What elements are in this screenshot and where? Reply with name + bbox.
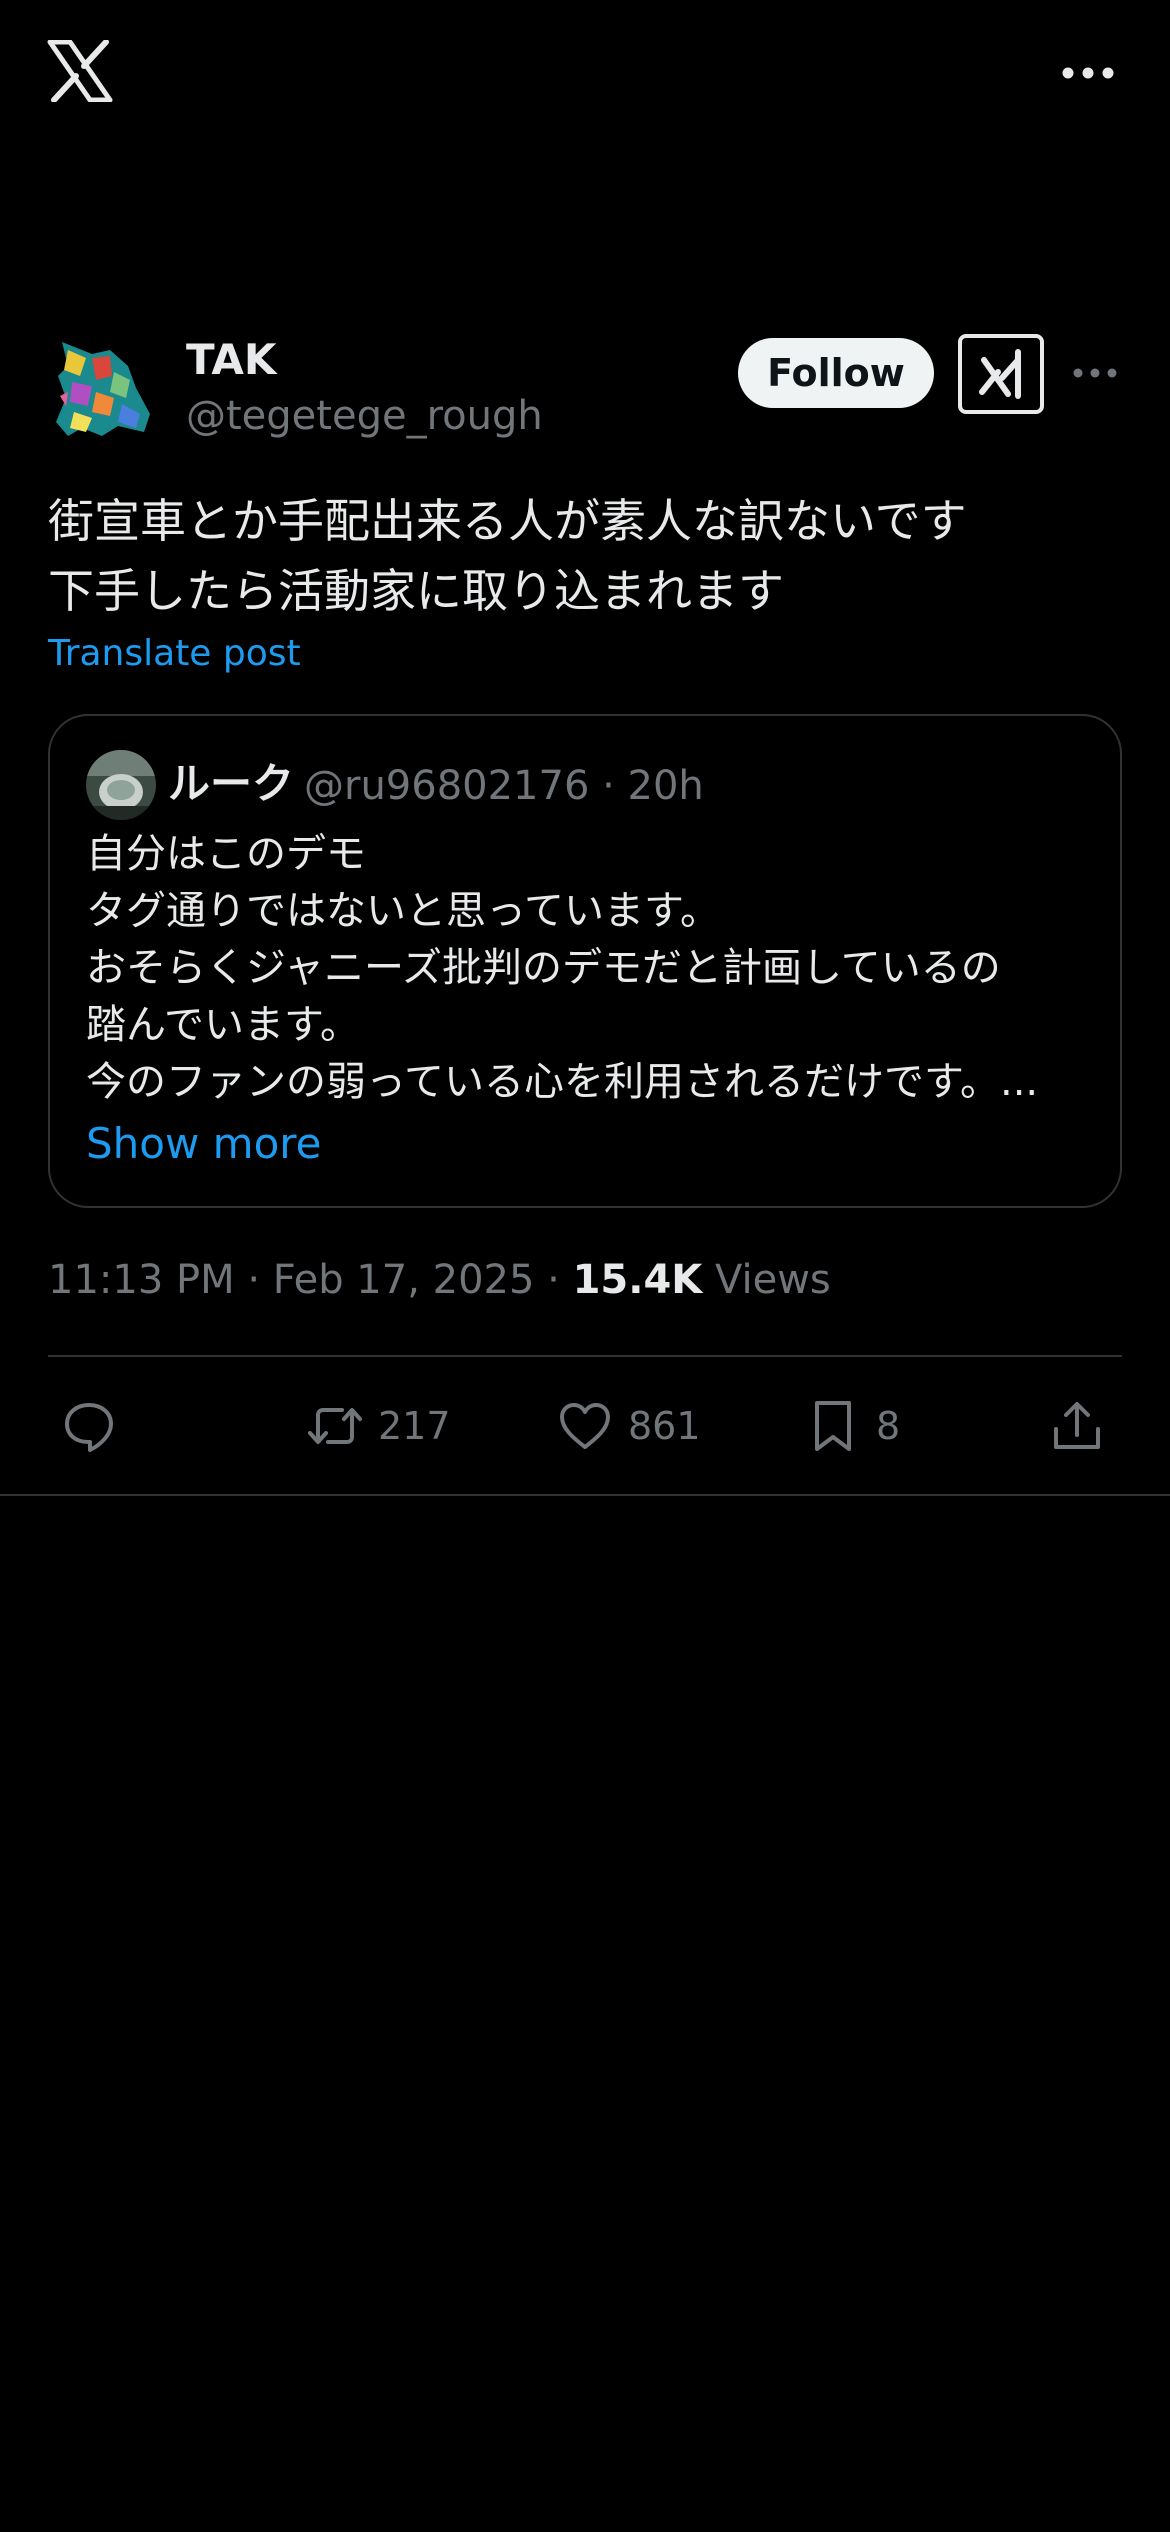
more-options-icon[interactable] [1060,56,1116,90]
bookmark-icon [815,1401,851,1451]
quoted-post-text: 自分はこのデモ タグ通りではないと思っています。 おそらくジャニーズ批判のデモだ… [86,831,1039,1105]
repost-button[interactable]: 217 [306,1390,451,1462]
quoted-author-avatar [86,750,156,820]
quoted-author-name: ルーク [168,759,295,808]
heart-icon [560,1403,610,1449]
x-logo-icon[interactable] [46,40,114,102]
author-display-name[interactable]: TAK [186,334,276,386]
like-count: 861 [628,1404,701,1448]
bookmark-button[interactable]: 8 [804,1390,900,1462]
views-label: Views [702,1257,831,1303]
quoted-author-meta: @ru96802176 · 20h [304,763,704,809]
top-bar [0,0,1170,150]
show-more-link[interactable]: Show more [86,1116,321,1172]
divider [0,1494,1170,1496]
grok-button[interactable] [958,334,1044,414]
bookmark-count: 8 [876,1404,901,1448]
share-icon [1054,1402,1100,1449]
divider [48,1355,1122,1357]
post-timestamp-row: 11:13 PM · Feb 17, 2025 · 15.4K Views [48,1252,831,1308]
follow-button[interactable]: Follow [738,338,934,408]
share-button[interactable] [1048,1390,1106,1462]
post-more-icon[interactable] [1072,356,1118,390]
reply-button[interactable] [60,1390,132,1462]
quoted-post-card[interactable]: ルーク @ru96802176 · 20h 自分はこのデモ タグ通りではないと思… [48,714,1122,1208]
like-button[interactable]: 861 [556,1390,701,1462]
reply-icon [65,1403,113,1452]
views-count: 15.4K [572,1257,703,1303]
repost-count: 217 [378,1404,451,1448]
author-handle[interactable]: @tegetege_rough [186,390,543,442]
post-timestamp[interactable]: 11:13 PM · Feb 17, 2025 · [48,1257,573,1303]
action-bar: 217 861 8 [0,1390,1170,1462]
post-text: 街宣車とか手配出来る人が素人な訳ないです 下手したら活動家に取り込まれます [48,494,967,618]
author-avatar[interactable] [52,336,156,444]
grok-icon [979,349,1021,399]
repost-icon [308,1408,362,1444]
translate-post-link[interactable]: Translate post [48,630,301,678]
